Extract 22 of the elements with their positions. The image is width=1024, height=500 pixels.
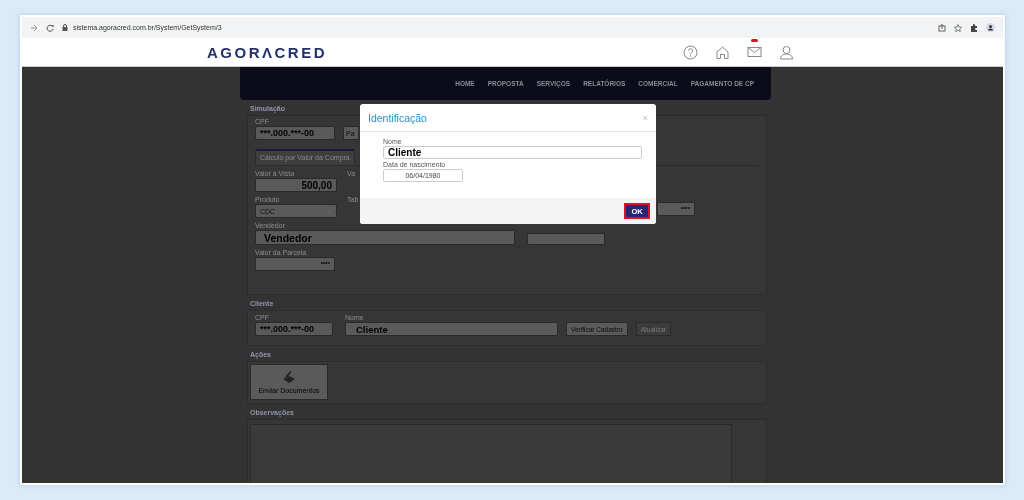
scanner-icon [281,370,297,384]
lock-icon [62,24,68,31]
star-icon[interactable] [954,23,962,32]
profile-icon[interactable] [986,23,995,32]
input-field[interactable] [527,233,605,245]
share-icon[interactable] [938,23,946,32]
cpf-field[interactable]: ***.000.***-00 [255,126,335,140]
forward-icon[interactable] [30,23,38,32]
name-field[interactable]: Cliente [383,146,642,159]
seller-field[interactable]: Vendedor [255,230,515,245]
reload-icon[interactable] [46,23,54,32]
name-field[interactable]: Cliente [345,322,558,336]
dialog-title: Identificação [368,111,427,124]
user-icon[interactable] [779,44,794,60]
cpf-field[interactable]: ***.000.***-00 [255,322,333,336]
close-button[interactable]: × [642,112,648,123]
puzzle-icon[interactable] [970,23,978,32]
logo[interactable]: AGORΛCRED [207,43,327,61]
home-icon[interactable] [715,44,730,60]
mail-icon[interactable] [747,46,762,58]
help-icon[interactable] [683,44,698,60]
price-field[interactable]: 500,00 [255,178,337,192]
